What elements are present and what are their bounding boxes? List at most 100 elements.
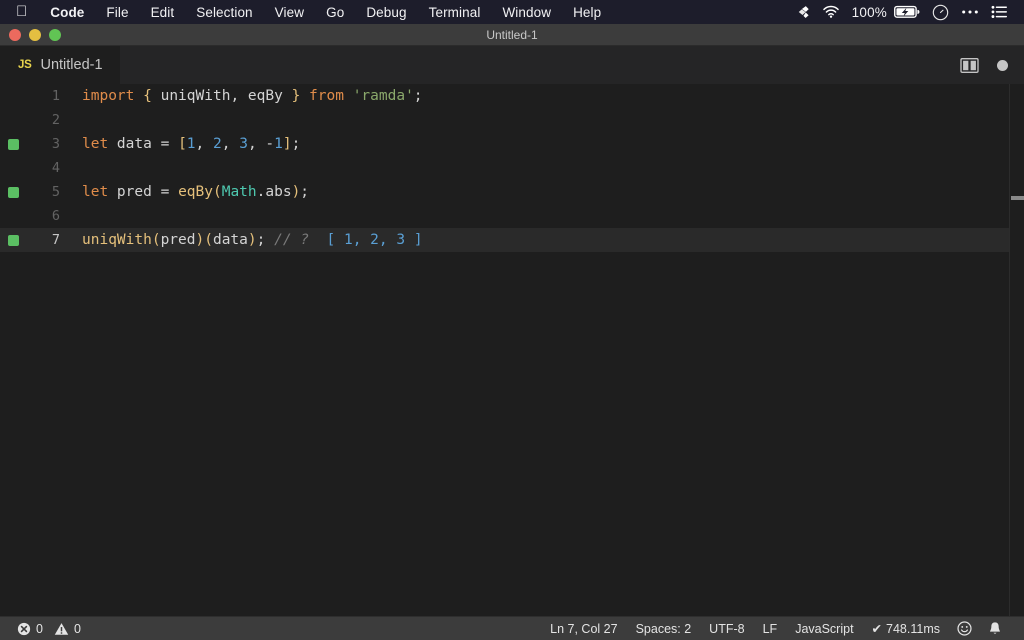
code-line-2[interactable]: 2	[0, 108, 1024, 132]
code-lines-container: 1 import { uniqWith, eqBy } from 'ramda';…	[0, 84, 1024, 252]
code-line-3[interactable]: 3 let data = [1, 2, 3, -1];	[0, 132, 1024, 156]
gutter-glyph-7[interactable]	[0, 228, 26, 252]
battery-charging-icon[interactable]	[894, 5, 920, 19]
token: uniqWith	[151, 88, 231, 104]
tab-bar-empty-space	[120, 46, 960, 84]
menu-item-help[interactable]: Help	[562, 5, 612, 20]
gutter-glyph-1[interactable]	[0, 84, 26, 108]
token: 3	[239, 136, 248, 152]
encoding-setting[interactable]: UTF-8	[700, 622, 753, 636]
token: 'ramda'	[352, 88, 414, 104]
menu-item-file[interactable]: File	[95, 5, 139, 20]
token: [	[326, 232, 336, 248]
code-line-1[interactable]: 1 import { uniqWith, eqBy } from 'ramda';	[0, 84, 1024, 108]
gutter-glyph-4[interactable]	[0, 156, 26, 180]
token: ]	[413, 232, 423, 248]
line-number-2: 2	[51, 112, 60, 128]
eol-setting[interactable]: LF	[754, 622, 787, 636]
status-bar-problems[interactable]: 0 0	[0, 622, 87, 636]
quokka-run-marker-icon	[7, 234, 19, 246]
quokka-time: 748.11ms	[886, 621, 940, 636]
quokka-run-marker-icon	[7, 186, 19, 198]
scrollbar-thumb[interactable]	[1011, 196, 1024, 200]
tab-label: Untitled-1	[40, 57, 103, 73]
apple-logo-icon[interactable]: 	[0, 4, 39, 19]
window-title-bar: Untitled-1	[0, 24, 1024, 46]
error-count: 0	[36, 621, 43, 636]
editor-actions	[960, 46, 1024, 84]
tab-untitled-1[interactable]: JS Untitled-1	[0, 46, 120, 84]
token: data	[212, 232, 248, 248]
token: {	[143, 88, 152, 104]
menu-item-code[interactable]: Code	[39, 5, 95, 20]
menu-item-window[interactable]: Window	[491, 5, 562, 20]
token: from	[309, 88, 344, 104]
token: 2	[370, 232, 379, 248]
window-controls	[0, 28, 61, 41]
menu-item-debug[interactable]: Debug	[355, 5, 417, 20]
editor-scrollbar[interactable]	[1010, 84, 1024, 616]
siri-circle-icon[interactable]	[932, 4, 949, 21]
token: .abs	[256, 184, 292, 200]
menu-item-selection[interactable]: Selection	[185, 5, 263, 20]
language-mode[interactable]: JavaScript	[786, 622, 862, 636]
line-number-6: 6	[51, 208, 60, 224]
close-window-button[interactable]	[9, 28, 21, 41]
indentation-setting[interactable]: Spaces: 2	[627, 622, 701, 636]
line-number-3: 3	[51, 136, 60, 152]
token: let	[82, 184, 109, 200]
code-line-6[interactable]: 6	[0, 204, 1024, 228]
token: )	[291, 184, 301, 200]
menu-item-go[interactable]: Go	[315, 5, 355, 20]
code-text-3: let data = [1, 2, 3, -1];	[60, 136, 1024, 152]
line-number-1: 1	[51, 88, 60, 104]
token: ]	[282, 136, 292, 152]
gutter-glyph-5[interactable]	[0, 180, 26, 204]
gutter-glyph-3[interactable]	[0, 132, 26, 156]
gutter-glyph-2[interactable]	[0, 108, 26, 132]
cursor-position[interactable]: Ln 7, Col 27	[541, 622, 626, 636]
token: (	[212, 184, 222, 200]
token: ;	[300, 184, 310, 200]
split-editor-icon[interactable]	[960, 57, 979, 74]
code-line-4[interactable]: 4	[0, 156, 1024, 180]
code-line-7[interactable]: 7 uniqWith(pred)(data); // ? [ 1, 2, 3 ]	[0, 228, 1024, 252]
control-center-icon[interactable]	[991, 5, 1008, 19]
dropbox-icon[interactable]	[795, 5, 810, 20]
token: (	[204, 232, 213, 248]
status-bar: 0 0 Ln 7, Col 27 Spaces: 2 UTF-8 LF Java…	[0, 616, 1024, 640]
gutter-glyph-6[interactable]	[0, 204, 26, 228]
wifi-icon[interactable]	[822, 5, 840, 19]
bell-icon[interactable]	[980, 621, 1010, 636]
smiley-icon[interactable]	[949, 621, 980, 636]
editor-tab-bar: JS Untitled-1	[0, 46, 1024, 84]
menu-bar-status-items: 100%	[795, 4, 1018, 21]
code-line-5[interactable]: 5 let pred = eqBy(Math.abs);	[0, 180, 1024, 204]
window-title: Untitled-1	[486, 28, 538, 42]
warning-count: 0	[73, 621, 81, 636]
macos-menu-bar:  CodeFileEditSelectionViewGoDebugTermin…	[0, 0, 1024, 24]
zoom-window-button[interactable]	[49, 28, 61, 41]
minimize-window-button[interactable]	[29, 28, 41, 41]
menu-item-terminal[interactable]: Terminal	[418, 5, 492, 20]
line-number-5: 5	[51, 184, 60, 200]
menu-items: Code File Edit Selection View Go Debug Terminal…	[39, 5, 612, 20]
ellipsis-icon[interactable]	[961, 8, 979, 16]
unsaved-indicator-icon[interactable]	[997, 59, 1008, 71]
quokka-status[interactable]: ✔ 748.11ms	[863, 621, 949, 637]
code-text-1: import { uniqWith, eqBy } from 'ramda';	[60, 88, 1024, 104]
menu-item-edit[interactable]: Edit	[140, 5, 186, 20]
menu-item-view[interactable]: View	[264, 5, 315, 20]
token: 1	[274, 136, 283, 152]
code-editor[interactable]: 1 import { uniqWith, eqBy } from 'ramda';…	[0, 84, 1024, 616]
token: ;	[413, 88, 423, 104]
token: (	[151, 232, 161, 248]
